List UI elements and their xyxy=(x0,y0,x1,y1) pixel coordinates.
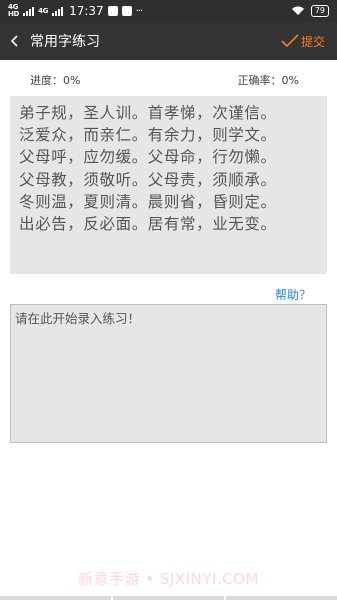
bottom-tab[interactable] xyxy=(0,596,111,600)
status-left: 4G HD 4G 17:37 ··· xyxy=(8,4,143,19)
typing-input[interactable] xyxy=(15,308,322,439)
more-notifications: ··· xyxy=(135,5,143,17)
submit-button[interactable]: 提交 xyxy=(281,33,325,50)
passage-line: 弟子规，圣人训。首孝悌，次谨信。 xyxy=(19,104,277,122)
battery-icon: 79 xyxy=(310,5,329,17)
passage-line: 冬则温，夏则清。晨则省，昏则定。 xyxy=(19,192,277,211)
checkmark-icon xyxy=(281,34,299,48)
practice-passage: 弟子规，圣人训。首孝悌，次谨信。 泛爱众，而亲仁。有余力，则学文。 父母呼，应勿… xyxy=(10,96,327,274)
app-bar: 常用字练习 提交 xyxy=(0,22,337,60)
page-title: 常用字练习 xyxy=(30,34,100,50)
signal-label-bottom: HD xyxy=(8,10,20,18)
stats-row: 进度：0% 正确率：0% xyxy=(0,72,337,90)
notification-icon xyxy=(107,6,118,16)
signal2-label: 4G xyxy=(38,6,49,15)
status-time: 17:37 xyxy=(69,4,104,18)
signal-label: 4G HD xyxy=(8,4,19,18)
bottom-tab[interactable] xyxy=(113,596,224,600)
chevron-left-icon xyxy=(10,35,18,47)
progress-text: 进度：0% xyxy=(30,74,81,87)
signal-strength-icon xyxy=(23,6,35,16)
passage-line: 父母呼，应勿缓。父母命，行勿懒。 xyxy=(19,148,277,167)
accuracy-text: 正确率：0% xyxy=(237,74,299,87)
typing-input-box[interactable] xyxy=(10,304,327,443)
status-right: 79 xyxy=(291,5,329,17)
submit-label: 提交 xyxy=(300,34,325,49)
signal2-strength-icon xyxy=(52,6,64,16)
passage-line: 泛爱众，而亲仁。有余力，则学文。 xyxy=(19,126,277,145)
battery-level: 79 xyxy=(314,6,325,15)
help-link[interactable]: 帮助？ xyxy=(275,286,311,303)
status-bar: 4G HD 4G 17:37 ··· 79 xyxy=(0,0,337,22)
passage-line: 出必告，反必面。居有常，业无变。 xyxy=(19,215,277,234)
wifi-icon xyxy=(291,6,304,15)
bottom-tab[interactable] xyxy=(226,596,337,600)
message-icon xyxy=(121,6,132,16)
passage-line: 父母教，须敬听。父母责，须顺承。 xyxy=(19,170,277,189)
watermark: 新意手游 • SJXINYI.COM xyxy=(78,570,259,588)
back-button[interactable] xyxy=(0,22,30,60)
bottom-tab-bar xyxy=(0,596,337,600)
